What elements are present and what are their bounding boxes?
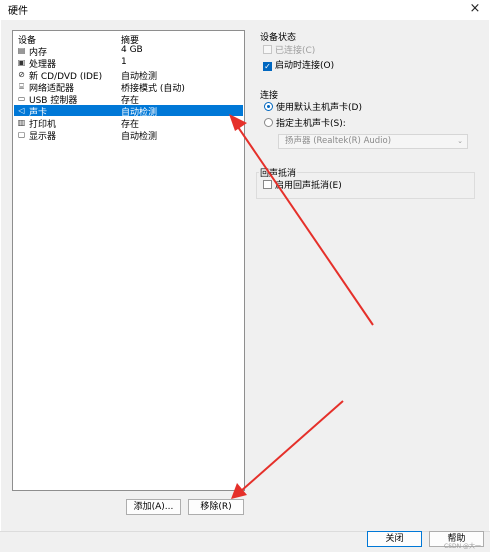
- device-row-memory[interactable]: ▤ 内存 4 GB: [14, 45, 243, 58]
- connected-label: 已连接(C): [275, 46, 316, 56]
- device-row-display[interactable]: ▢ 显示器 自动检测: [14, 129, 243, 142]
- add-device-button[interactable]: 添加(A)...: [126, 499, 181, 515]
- watermark: CSDN @大一: [444, 543, 482, 550]
- memory-icon: ▤: [17, 46, 26, 55]
- window-title: 硬件: [8, 6, 28, 17]
- device-name: 显示器: [29, 132, 57, 142]
- cd-dvd-icon: ⊘: [18, 70, 25, 79]
- chevron-down-icon: ⌄: [457, 137, 463, 145]
- usb-controller-icon: ▭: [17, 94, 26, 103]
- close-button[interactable]: 关闭: [367, 531, 422, 547]
- processor-icon: ▣: [17, 58, 26, 67]
- specify-label: 指定主机声卡(S):: [276, 119, 346, 129]
- device-summary: 1: [121, 57, 127, 67]
- checkbox-box: [263, 45, 272, 54]
- connected-checkbox[interactable]: 已连接(C): [263, 45, 315, 57]
- device-list-header: 设备 摘要: [14, 33, 243, 46]
- radio-empty-icon: [264, 118, 273, 127]
- device-summary: 自动检测: [121, 132, 158, 142]
- specify-sound-card-radio[interactable]: 指定主机声卡(S):: [264, 118, 346, 130]
- display-icon: ▢: [17, 130, 26, 139]
- use-default-sound-card-radio[interactable]: 使用默认主机声卡(D): [264, 102, 362, 114]
- checkbox-box: [263, 180, 272, 189]
- device-row-printer[interactable]: ▥ 打印机 存在: [14, 117, 243, 130]
- device-row-cd-dvd[interactable]: ⊘ 新 CD/DVD (IDE) 自动检测: [14, 69, 243, 82]
- device-status-title: 设备状态: [259, 30, 298, 43]
- device-row-processor[interactable]: ▣ 处理器 1: [14, 57, 243, 70]
- selected-sound-card: 扬声器 (Realtek(R) Audio): [285, 136, 392, 146]
- remove-device-button[interactable]: 移除(R): [188, 499, 244, 515]
- sound-card-icon: ◁: [18, 106, 25, 115]
- device-list[interactable]: 设备 摘要 ▤ 内存 4 GB ▣ 处理器 1 ⊘ 新 CD/DVD (IDE)…: [12, 30, 245, 491]
- enable-echo-cancellation-label: 启用回声抵消(E): [275, 181, 342, 191]
- checkmark-icon: ✓: [263, 62, 272, 71]
- close-window-icon[interactable]: ×: [462, 0, 488, 18]
- host-sound-card-select[interactable]: 扬声器 (Realtek(R) Audio) ⌄: [278, 134, 468, 149]
- device-row-usb-controller[interactable]: ▭ USB 控制器 存在: [14, 93, 243, 106]
- device-row-network-adapter[interactable]: ⌸ 网络适配器 桥接模式 (自动): [14, 81, 243, 94]
- connect-at-power-on-checkbox[interactable]: ✓ 启动时连接(O): [263, 60, 334, 72]
- device-summary: 4 GB: [121, 45, 143, 55]
- connect-at-power-on-label: 启动时连接(O): [275, 61, 335, 71]
- enable-echo-cancellation-checkbox[interactable]: 启用回声抵消(E): [263, 180, 342, 192]
- connection-title: 连接: [259, 88, 280, 101]
- device-row-sound-card[interactable]: ◁ 声卡 自动检测: [14, 105, 243, 118]
- radio-selected-icon: [264, 102, 273, 111]
- network-adapter-icon: ⌸: [19, 82, 24, 91]
- printer-icon: ▥: [17, 118, 26, 127]
- echo-cancellation-title: 回声抵消: [259, 166, 298, 179]
- use-default-label: 使用默认主机声卡(D): [276, 103, 362, 113]
- title-bar: 硬件 ×: [0, 0, 490, 20]
